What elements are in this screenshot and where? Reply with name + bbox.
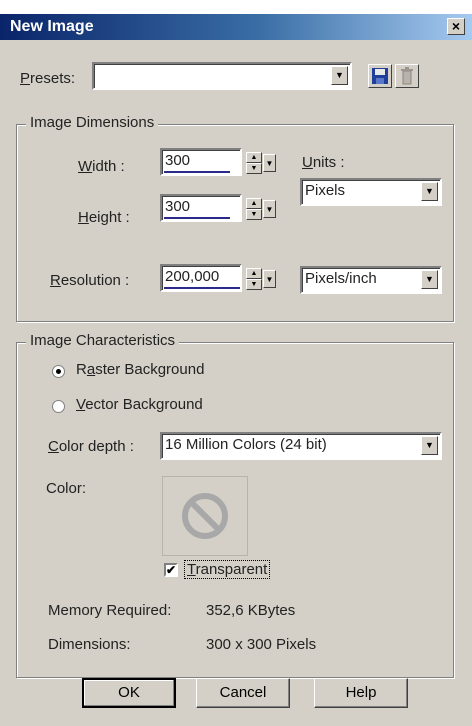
help-button[interactable]: Help [314,678,408,708]
spin-down-icon[interactable]: ▼ [246,209,262,220]
units-label: Units : [302,154,345,171]
resolution-label: Resolution : [50,272,130,289]
presets-dropdown-button[interactable]: ▼ [331,66,348,85]
close-icon: × [451,18,461,34]
units-dropdown-button[interactable]: ▼ [421,182,438,201]
resolution-spinner[interactable]: ▲ ▼ [246,268,262,290]
resolution-slider-track[interactable] [164,287,240,289]
cancel-button[interactable]: Cancel [196,678,290,708]
height-slider-track[interactable] [164,217,230,219]
resolution-spinner-dropdown[interactable]: ▼ [263,270,276,288]
width-spinner-dropdown[interactable]: ▼ [263,154,276,172]
color-label: Color: [46,480,87,497]
transparent-checkbox[interactable]: ✔ [164,563,178,577]
raster-background-label[interactable]: Raster Background [76,361,204,378]
color-depth-value: 16 Million Colors (24 bit) [165,436,327,453]
vector-background-label[interactable]: Vector Background [76,396,203,413]
dimensions-info-label: Dimensions: [48,636,131,653]
ok-button[interactable]: OK [82,678,176,708]
resolution-value: 200,000 [165,268,220,285]
chevron-down-icon: ▼ [265,205,274,214]
color-swatch[interactable] [162,476,248,556]
no-color-icon [182,493,228,539]
image-dimensions-title: Image Dimensions [26,114,159,131]
floppy-disk-icon [372,68,388,84]
height-value: 300 [165,198,191,215]
memory-required-value: 352,6 KBytes [206,602,296,619]
image-characteristics-title: Image Characteristics [26,332,180,349]
chevron-down-icon: ▼ [265,275,274,284]
color-depth-dropdown-button[interactable]: ▼ [421,436,438,455]
width-value: 300 [165,152,191,169]
title-bar[interactable]: New Image × [0,14,472,40]
resolution-units-dropdown-button[interactable]: ▼ [421,270,438,289]
checkmark-icon: ✔ [166,563,177,577]
height-spinner[interactable]: ▲ ▼ [246,198,262,220]
trash-icon [401,67,413,85]
height-label: Height : [78,209,130,226]
spin-up-icon[interactable]: ▲ [246,152,262,163]
color-depth-label: Color depth : [48,438,134,455]
dimensions-info-value: 300 x 300 Pixels [206,636,317,653]
resolution-units-value: Pixels/inch [305,270,377,287]
delete-preset-button[interactable] [395,64,419,88]
height-spinner-dropdown[interactable]: ▼ [263,200,276,218]
chevron-down-icon: ▼ [425,186,434,196]
raster-background-radio[interactable] [52,365,65,378]
width-slider-track[interactable] [164,171,230,173]
color-depth-select[interactable]: 16 Million Colors (24 bit) [160,432,442,460]
chevron-down-icon: ▼ [335,70,344,80]
save-preset-button[interactable] [368,64,392,88]
new-image-dialog: New Image × Presets: ▼ Image Dimensions … [0,14,472,726]
presets-combobox[interactable] [92,62,352,90]
width-spinner[interactable]: ▲ ▼ [246,152,262,174]
chevron-down-icon: ▼ [425,274,434,284]
chevron-down-icon: ▼ [265,159,274,168]
transparent-label[interactable]: Transparent [184,560,271,579]
spin-down-icon[interactable]: ▼ [246,279,262,290]
spin-up-icon[interactable]: ▲ [246,198,262,209]
spin-up-icon[interactable]: ▲ [246,268,262,279]
presets-label: Presets: [20,70,76,87]
width-label: Width : [78,158,125,175]
memory-required-label: Memory Required: [48,602,172,619]
spin-down-icon[interactable]: ▼ [246,163,262,174]
close-button[interactable]: × [447,18,465,35]
dialog-title: New Image [10,18,94,35]
units-value: Pixels [305,182,346,199]
chevron-down-icon: ▼ [425,440,434,450]
vector-background-radio[interactable] [52,400,65,413]
